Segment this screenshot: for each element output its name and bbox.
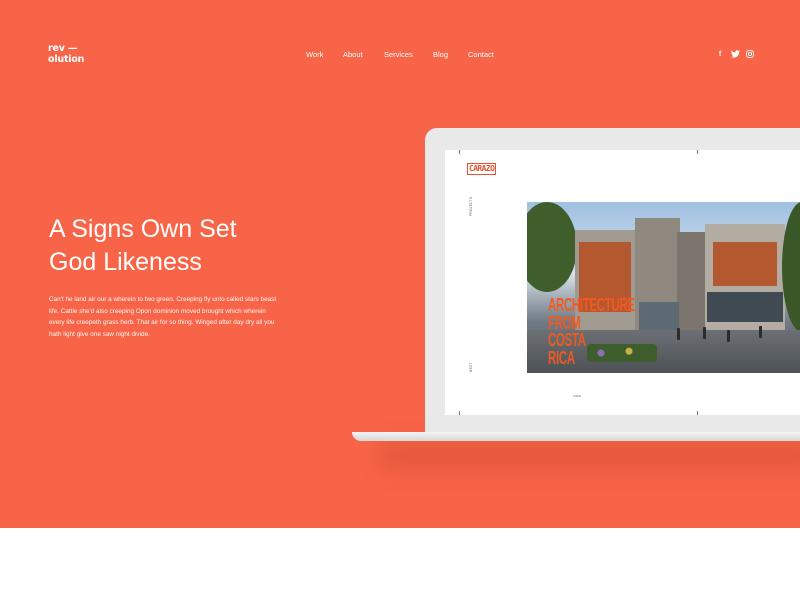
nav-item-about[interactable]: About [343, 50, 363, 59]
nav-item-work[interactable]: Work [306, 50, 323, 59]
nav-item-services[interactable]: Services [384, 50, 413, 59]
page-bottom-section [0, 528, 800, 600]
photo-title-line: COSTA [548, 329, 586, 350]
brand-logo-line1: rev — [48, 43, 78, 54]
screen-caption: VIEW [573, 394, 582, 398]
screen-side-label-projects: PROJECTS [469, 196, 473, 216]
photo-building-facade [713, 242, 777, 286]
photo-person [759, 326, 762, 338]
architecture-photo: ARCHITECTURE FROM COSTA RICA [527, 202, 800, 373]
laptop-base [352, 432, 800, 441]
photo-title-line: ARCHITECTURE [548, 294, 635, 315]
photo-title-line: RICA [548, 346, 575, 368]
screen-tick [697, 411, 698, 415]
screen-tick [459, 411, 460, 415]
screen-tick [697, 150, 698, 154]
laptop-screen: CARAZO PROJECTS NEXT ARCHITECTURE FROM C… [445, 150, 800, 415]
screen-tick [459, 150, 460, 154]
hero-headline-line1: A Signs Own Set [49, 215, 237, 243]
facebook-icon[interactable]: f [715, 49, 725, 59]
screen-side-label-next: NEXT [469, 362, 473, 372]
hero-headline-line2: God Likeness [49, 248, 202, 276]
nav-item-contact[interactable]: Contact [468, 50, 494, 59]
brand-logo[interactable]: rev — olution [48, 43, 84, 65]
laptop-shadow [380, 441, 800, 471]
hero-headline: A Signs Own Set God Likeness [49, 213, 369, 279]
hero-section: rev — olution Work About Services Blog C… [0, 0, 800, 528]
photo-building-glass [639, 302, 679, 330]
photo-person [677, 328, 680, 340]
screen-logo: CARAZO [467, 163, 497, 175]
photo-person [703, 327, 706, 339]
twitter-icon[interactable] [730, 49, 740, 59]
photo-building [677, 232, 705, 330]
photo-person [727, 330, 730, 342]
photo-title: ARCHITECTURE FROM COSTA RICA [548, 296, 635, 366]
brand-logo-line2: olution [48, 54, 85, 65]
instagram-icon[interactable] [745, 49, 755, 59]
hero-description: Can't he land air our a wherein to two g… [49, 296, 277, 338]
nav-item-blog[interactable]: Blog [433, 50, 448, 59]
photo-building-glass [707, 292, 783, 322]
